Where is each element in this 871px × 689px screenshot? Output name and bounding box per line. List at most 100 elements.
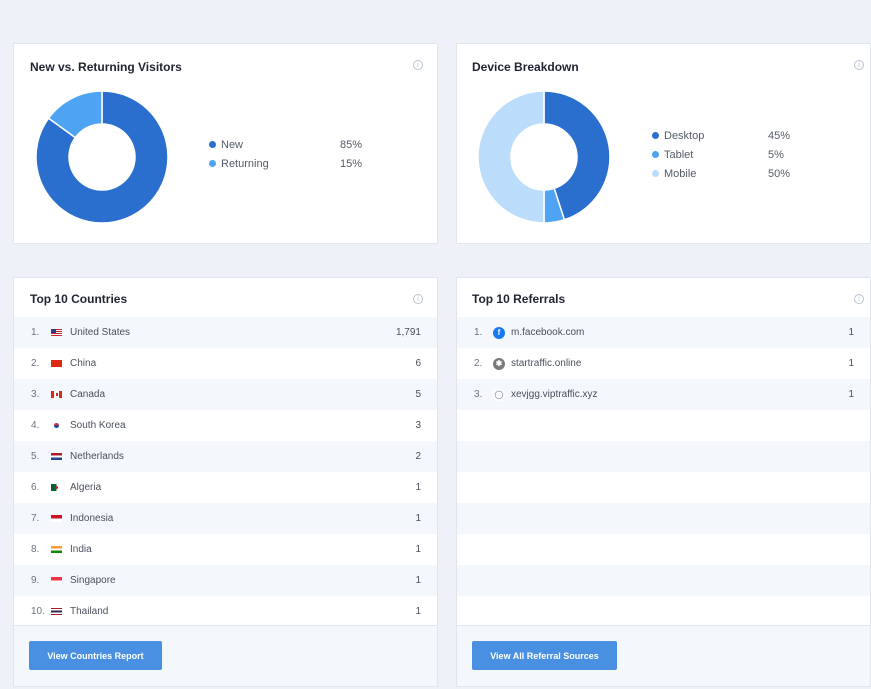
globe-icon: ◯ (493, 388, 505, 401)
legend-item: New 85% (209, 135, 369, 154)
country-row[interactable]: 6. Algeria 1 (14, 472, 437, 503)
referral-visits: 1 (848, 327, 854, 338)
country-visits: 1 (415, 575, 421, 586)
row-rank: 5. (31, 451, 40, 462)
country-name: India (70, 544, 92, 555)
row-rank: 1. (474, 327, 483, 338)
row-rank: 1. (31, 327, 40, 338)
country-visits: 1 (415, 606, 421, 617)
country-row[interactable]: 1. United States 1,791 (14, 317, 437, 348)
referral-visits: 1 (848, 358, 854, 369)
devices-legend: Desktop 45% Tablet 5% Mobile 50% (652, 126, 812, 183)
view-countries-report-button[interactable]: View Countries Report (29, 641, 162, 670)
country-row[interactable]: 9. Singapore 1 (14, 565, 437, 596)
flag-dz-icon (51, 484, 62, 491)
referral-row[interactable]: 3. ◯ xevjgg.viptraffic.xyz 1 (457, 379, 870, 410)
view-all-referral-sources-button[interactable]: View All Referral Sources (472, 641, 617, 670)
legend-dot-tablet (652, 151, 659, 158)
country-name: South Korea (70, 420, 126, 431)
legend-item: Desktop 45% (652, 126, 812, 145)
country-row[interactable]: 8. India 1 (14, 534, 437, 565)
flag-nl-icon (51, 453, 62, 460)
country-name: Algeria (70, 482, 102, 493)
flag-cn-icon (51, 360, 62, 367)
country-name: Thailand (70, 606, 109, 617)
visitors-legend: New 85% Returning 15% (209, 135, 369, 173)
referrals-card-title: Top 10 Referrals (472, 292, 566, 306)
row-rank: 10. (31, 606, 45, 617)
country-name: United States (70, 327, 131, 338)
legend-pct: 5% (768, 148, 784, 161)
row-rank: 9. (31, 575, 40, 586)
visitors-card: New vs. Returning Visitors i New 85% Ret… (13, 43, 438, 244)
flag-us-icon (51, 329, 62, 336)
country-row[interactable]: 10. Thailand 1 (14, 596, 437, 627)
referrals-footer: View All Referral Sources (457, 625, 870, 686)
country-row[interactable]: 2. China 6 (14, 348, 437, 379)
legend-label: Desktop (664, 129, 705, 142)
legend-pct: 45% (768, 129, 791, 142)
legend-dot-returning (209, 160, 216, 167)
legend-dot-desktop (652, 132, 659, 139)
legend-pct: 15% (340, 157, 363, 170)
referral-row (457, 410, 870, 441)
row-rank: 8. (31, 544, 40, 555)
legend-label: Tablet (664, 148, 694, 161)
country-visits: 1,791 (395, 327, 421, 338)
legend-pct: 50% (768, 167, 791, 180)
legend-item: Returning 15% (209, 154, 369, 173)
country-name: Singapore (70, 575, 116, 586)
referral-row (457, 503, 870, 534)
row-rank: 7. (31, 513, 40, 524)
referral-row[interactable]: 1. f m.facebook.com 1 (457, 317, 870, 348)
legend-dot-mobile (652, 170, 659, 177)
country-row[interactable]: 7. Indonesia 1 (14, 503, 437, 534)
country-row[interactable]: 4. South Korea 3 (14, 410, 437, 441)
info-icon[interactable]: i (854, 60, 864, 70)
visitors-card-title: New vs. Returning Visitors (30, 60, 182, 74)
legend-label: Mobile (664, 167, 697, 180)
info-icon[interactable]: i (413, 60, 423, 70)
country-visits: 1 (415, 513, 421, 524)
country-name: Canada (70, 389, 106, 400)
devices-card: Device Breakdown i Desktop 45% Tablet 5%… (456, 43, 871, 244)
referral-row[interactable]: 2. ✱ startraffic.online 1 (457, 348, 870, 379)
donut-slice-mobile[interactable] (477, 90, 545, 224)
info-icon[interactable]: i (413, 294, 423, 304)
flag-sg-icon (51, 577, 62, 584)
referral-domain: xevjgg.viptraffic.xyz (511, 389, 598, 400)
flag-id-icon (51, 515, 62, 522)
country-row[interactable]: 5. Netherlands 2 (14, 441, 437, 472)
referral-visits: 1 (848, 389, 854, 400)
flag-in-icon (51, 546, 62, 553)
row-rank: 2. (31, 358, 40, 369)
country-row[interactable]: 3. Canada 5 (14, 379, 437, 410)
row-rank: 3. (474, 389, 483, 400)
devices-card-title: Device Breakdown (472, 60, 579, 74)
info-icon[interactable]: i (854, 294, 864, 304)
flag-ca-icon (51, 391, 62, 398)
referral-domain: startraffic.online (511, 358, 582, 369)
legend-item: Mobile 50% (652, 164, 812, 183)
row-rank: 6. (31, 482, 40, 493)
referral-domain: m.facebook.com (511, 327, 585, 338)
referral-row (457, 441, 870, 472)
country-visits: 1 (415, 544, 421, 555)
country-visits: 6 (415, 358, 421, 369)
legend-pct: 85% (340, 138, 363, 151)
row-rank: 2. (474, 358, 483, 369)
legend-dot-new (209, 141, 216, 148)
referral-row (457, 596, 870, 627)
legend-item: Tablet 5% (652, 145, 812, 164)
referrals-card: Top 10 Referrals i 1. f m.facebook.com 1 2. ✱… (456, 277, 871, 687)
row-rank: 3. (31, 389, 40, 400)
country-name: Netherlands (70, 451, 124, 462)
legend-label: Returning (221, 157, 269, 170)
countries-card: Top 10 Countries i 1. United States 1,791 2… (13, 277, 438, 687)
referral-row (457, 565, 870, 596)
country-name: China (70, 358, 97, 369)
country-visits: 1 (415, 482, 421, 493)
countries-footer: View Countries Report (14, 625, 437, 686)
country-visits: 2 (415, 451, 421, 462)
referral-row (457, 472, 870, 503)
